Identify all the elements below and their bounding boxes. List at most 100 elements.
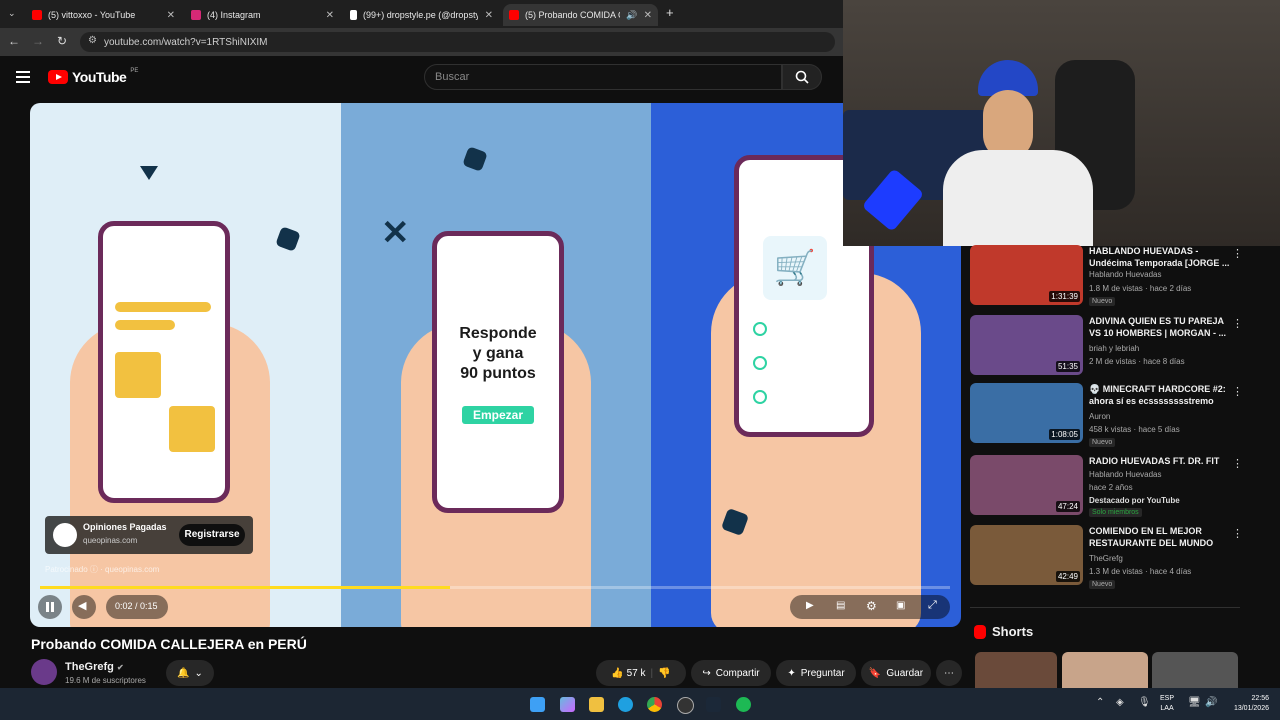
menu-icon[interactable] [16, 71, 30, 86]
file-explorer-icon[interactable] [589, 697, 604, 712]
phone-illustration: Responde y gana 90 puntos Empezar [432, 231, 564, 513]
autoplay-toggle-icon[interactable]: ▶ [806, 600, 814, 611]
register-button[interactable]: Registrarse [179, 524, 245, 546]
chevron-down-icon: ⌄ [194, 667, 203, 679]
share-icon: ↪ [702, 667, 711, 679]
fullscreen-icon[interactable]: ⤢ [928, 599, 937, 612]
volume-button[interactable]: ◀ [72, 595, 96, 619]
chrome-icon[interactable] [647, 697, 662, 712]
search-icon [795, 70, 809, 84]
like-button[interactable]: 👍 57 k [611, 668, 645, 679]
tray-chevron-icon[interactable]: ⌃ [1096, 697, 1104, 708]
save-button[interactable]: 🔖 Guardar [861, 660, 931, 686]
audio-playing-icon[interactable]: 🔊 [626, 10, 637, 21]
network-icon[interactable]: 🖥 [1188, 697, 1201, 708]
short-thumbnail[interactable] [975, 652, 1057, 688]
ad-card[interactable]: Opiniones Pagadas queopinas.com Registra… [45, 516, 253, 554]
spotify-icon[interactable] [736, 697, 751, 712]
phone-illustration [98, 221, 230, 503]
pause-button[interactable] [38, 595, 62, 619]
language-indicator[interactable]: ESP LAA [1160, 694, 1174, 714]
empezar-button: Empezar [462, 406, 534, 424]
more-actions-button[interactable]: ⋯ [936, 660, 962, 686]
video-thumbnail: 1:08:05 [970, 383, 1083, 443]
short-thumbnail[interactable] [1152, 652, 1238, 688]
close-tab-icon[interactable]: ✕ [644, 10, 652, 21]
instagram-icon [191, 10, 201, 20]
back-icon[interactable]: ← [6, 34, 22, 48]
progress-bar-fill [40, 586, 450, 589]
recommendation-item[interactable]: 42:49 COMIENDO EN EL MEJOR RESTAURANTE D… [970, 525, 1270, 589]
settings-icon[interactable]: ⚙ [866, 599, 877, 613]
webcam-overlay [843, 0, 1280, 246]
copilot-icon[interactable] [560, 697, 575, 712]
site-info-icon[interactable]: ⚙ [88, 35, 97, 46]
notifications-button[interactable]: 🔔 ⌄ [166, 660, 214, 686]
short-thumbnail[interactable] [1062, 652, 1148, 688]
video-thumbnail: 47:24 [970, 455, 1083, 515]
more-icon: ⋯ [944, 667, 954, 679]
close-tab-icon[interactable]: ✕ [167, 10, 175, 21]
volume-icon: ◀ [78, 600, 87, 612]
youtube-logo[interactable]: YouTube PE [48, 68, 138, 85]
more-options-icon[interactable]: ⋮ [1232, 527, 1243, 540]
close-tab-icon[interactable]: ✕ [485, 10, 493, 21]
youtube-header: YouTube PE Buscar [0, 56, 843, 100]
browser-tab-tiktok[interactable]: (99+) dropstyle.pe (@dropstyle ✕ [344, 4, 499, 26]
youtube-icon [509, 10, 519, 20]
address-bar-row: ← → ↻ ⚙ youtube.com/watch?v=1RTShiNIXIM [0, 28, 843, 56]
video-panel-middle: Responde y gana 90 puntos Empezar ✕ [341, 103, 651, 627]
bell-icon: 🔔 [177, 667, 190, 679]
tiktok-icon [350, 10, 357, 20]
browser-tab-active[interactable]: (5) Probando COMIDA CAL 🔊 ✕ [503, 4, 658, 26]
channel-avatar[interactable] [31, 659, 57, 685]
more-options-icon[interactable]: ⋮ [1232, 247, 1243, 260]
new-tab-icon[interactable]: + [666, 5, 674, 20]
video-player[interactable]: Responde y gana 90 puntos Empezar ✕ 🛒 Op… [30, 103, 961, 627]
dislike-icon[interactable]: 👎 [658, 668, 670, 679]
obs-icon[interactable] [677, 697, 694, 714]
tray-app-icon[interactable]: ◈ [1116, 697, 1124, 708]
clock[interactable]: 22:56 13/01/2026 [1225, 694, 1269, 714]
more-options-icon[interactable]: ⋮ [1232, 457, 1243, 470]
right-controls: ▶ ▤ ⚙ ▣ ⤢ [790, 595, 950, 619]
youtube-icon [32, 10, 42, 20]
volume-tray-icon[interactable]: 🔊 [1205, 697, 1217, 708]
start-icon[interactable] [530, 697, 545, 712]
like-dislike-group: 👍 57 k | 👎 [596, 660, 686, 686]
video-title: Probando COMIDA CALLEJERA en PERÚ [31, 636, 307, 652]
sparkle-icon: ✦ [787, 667, 796, 679]
search-input[interactable]: Buscar [424, 64, 782, 90]
close-tab-icon[interactable]: ✕ [326, 10, 334, 21]
video-thumbnail: 42:49 [970, 525, 1083, 585]
recommendation-item[interactable]: 51:35 ADIVINA QUIEN ES TU PAREJA VS 10 H… [970, 315, 1270, 379]
tab-list-chevron-icon[interactable]: ⌄ [8, 8, 16, 19]
video-thumbnail: 51:35 [970, 315, 1083, 375]
share-button[interactable]: ↪ Compartir [691, 660, 771, 686]
youtube-play-logo-icon [48, 70, 68, 84]
search-button[interactable] [782, 64, 822, 90]
ask-button[interactable]: ✦ Preguntar [776, 660, 856, 686]
recommendation-item[interactable]: 1:31:39 HABLANDO HUEVADAS - Undécima Tem… [970, 245, 1270, 309]
browser-tab-bar: ⌄ (5) vittoxxo - YouTube ✕ (4) Instagram… [0, 0, 843, 28]
more-options-icon[interactable]: ⋮ [1232, 385, 1243, 398]
channel-name[interactable]: TheGrefg ✔ [65, 661, 124, 673]
more-options-icon[interactable]: ⋮ [1232, 317, 1243, 330]
steam-icon[interactable] [706, 697, 721, 712]
browser-tab-instagram[interactable]: (4) Instagram ✕ [185, 4, 340, 26]
reload-icon[interactable]: ↻ [54, 34, 70, 48]
shorts-header: Shorts [974, 624, 1033, 639]
ad-sponsored-label: Patrocinado ⓘ · queopinas.com [45, 565, 160, 574]
url-field[interactable]: ⚙ youtube.com/watch?v=1RTShiNIXIM [80, 32, 835, 52]
advertiser-logo [53, 523, 77, 547]
verified-icon: ✔ [116, 663, 124, 672]
miniplayer-icon[interactable]: ▣ [896, 600, 905, 611]
recommendation-item[interactable]: 47:24 RADIO HUEVADAS FT. DR. FIT Habland… [970, 455, 1270, 519]
recommendation-item[interactable]: 1:08:05 💀 MINECRAFT HARDCORE #2: ahora s… [970, 383, 1270, 447]
edge-icon[interactable] [618, 697, 633, 712]
subtitles-icon[interactable]: ▤ [836, 600, 845, 611]
browser-tab-youtube[interactable]: (5) vittoxxo - YouTube ✕ [26, 4, 181, 26]
forward-icon[interactable]: → [30, 34, 46, 48]
subscriber-count: 19.6 M de suscriptores [65, 676, 146, 685]
microphone-icon[interactable]: 🎙 [1138, 697, 1151, 708]
